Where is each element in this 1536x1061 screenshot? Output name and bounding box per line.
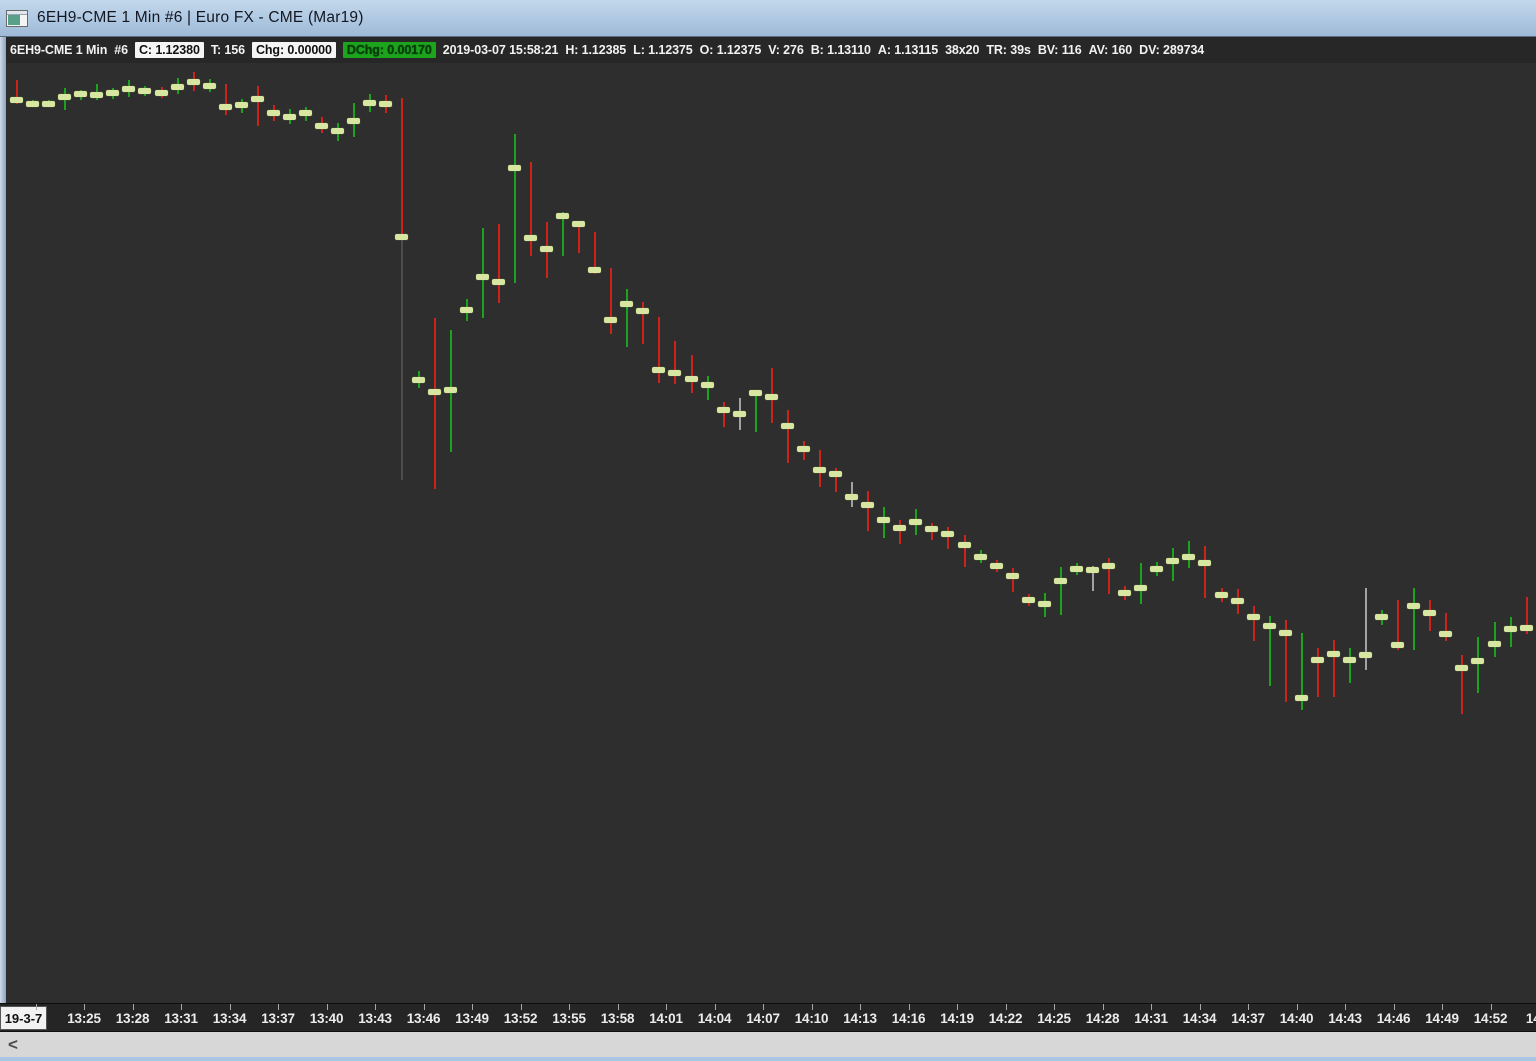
- time-label: 13:55: [552, 1011, 586, 1026]
- axis-tick: [1200, 1004, 1201, 1010]
- axis-tick: [1394, 1004, 1395, 1010]
- axis-tick: [1054, 1004, 1055, 1010]
- time-label: 14:25: [1037, 1011, 1071, 1026]
- axis-tick: [1006, 1004, 1007, 1010]
- axis-tick: [1103, 1004, 1104, 1010]
- time-label: 13:31: [164, 1011, 198, 1026]
- time-label: 14:31: [1134, 1011, 1168, 1026]
- time-label: 14:46: [1377, 1011, 1411, 1026]
- chart-window-icon: [6, 10, 28, 27]
- status-field: T: 156: [211, 42, 245, 58]
- status-field: L: 1.12375: [633, 42, 692, 58]
- axis-tick: [569, 1004, 570, 1010]
- status-field: C: 1.12380: [135, 42, 204, 58]
- time-label: 14:22: [989, 1011, 1023, 1026]
- time-label: 14:28: [1086, 1011, 1120, 1026]
- chart-window: 6EH9-CME 1 Min #6 | Euro FX - CME (Mar19…: [0, 0, 1536, 1061]
- status-field: 2019-03-07 15:58:21: [443, 42, 559, 58]
- time-label: 14:49: [1425, 1011, 1459, 1026]
- time-label: 14:52: [1474, 1011, 1508, 1026]
- chart-area[interactable]: [0, 63, 1536, 1003]
- status-field: AV: 160: [1089, 42, 1133, 58]
- window-bottom-edge: [0, 1057, 1536, 1061]
- time-label: 14:16: [892, 1011, 926, 1026]
- status-field: 38x20: [945, 42, 979, 58]
- time-label: 13:58: [601, 1011, 635, 1026]
- axis-tick: [181, 1004, 182, 1010]
- time-label: 13:46: [407, 1011, 441, 1026]
- axis-tick: [278, 1004, 279, 1010]
- axis-tick: [472, 1004, 473, 1010]
- axis-tick: [1442, 1004, 1443, 1010]
- axis-tick: [1248, 1004, 1249, 1010]
- date-label: 19-3-7: [0, 1006, 47, 1030]
- axis-tick: [36, 1004, 37, 1010]
- time-label: 14:37: [1231, 1011, 1265, 1026]
- icon-chart-pane: [8, 15, 20, 25]
- time-label: 13:40: [310, 1011, 344, 1026]
- axis-tick: [230, 1004, 231, 1010]
- status-field: BV: 116: [1038, 42, 1082, 58]
- time-label: 14:01: [649, 1011, 683, 1026]
- window-left-border: [0, 37, 6, 1003]
- status-field: 6EH9-CME 1 Min: [10, 42, 107, 58]
- axis-tick: [666, 1004, 667, 1010]
- axis-tick: [424, 1004, 425, 1010]
- time-label: 14:34: [1183, 1011, 1217, 1026]
- axis-tick: [1491, 1004, 1492, 1010]
- time-label: 13:25: [67, 1011, 101, 1026]
- time-label: 13:43: [358, 1011, 392, 1026]
- axis-tick: [715, 1004, 716, 1010]
- axis-tick: [521, 1004, 522, 1010]
- status-field: Chg: 0.00000: [252, 42, 336, 58]
- status-field: DV: 289734: [1139, 42, 1204, 58]
- status-field: TR: 39s: [986, 42, 1030, 58]
- axis-tick: [909, 1004, 910, 1010]
- time-label: 13:52: [504, 1011, 538, 1026]
- time-label: 13:34: [213, 1011, 247, 1026]
- status-bar: 6EH9-CME 1 Min #6 C: 1.12380 T: 156 Chg: 0.0…: [0, 37, 1536, 63]
- axis-tick: [957, 1004, 958, 1010]
- time-label: 13:49: [455, 1011, 489, 1026]
- axis-tick: [375, 1004, 376, 1010]
- status-field: H: 1.12385: [565, 42, 626, 58]
- axis-tick: [1151, 1004, 1152, 1010]
- status-field: DChg: 0.00170: [343, 42, 436, 58]
- time-label: 14:04: [698, 1011, 732, 1026]
- time-label: 14:19: [940, 1011, 974, 1026]
- axis-tick: [763, 1004, 764, 1010]
- time-label: 14:13: [843, 1011, 877, 1026]
- axis-tick: [618, 1004, 619, 1010]
- time-label: 13:28: [116, 1011, 150, 1026]
- status-field: B: 1.13110: [811, 42, 871, 58]
- time-label: 14:43: [1328, 1011, 1362, 1026]
- title-bar: 6EH9-CME 1 Min #6 | Euro FX - CME (Mar19…: [0, 0, 1536, 37]
- time-label: 14:07: [746, 1011, 780, 1026]
- axis-tick: [133, 1004, 134, 1010]
- axis-tick: [860, 1004, 861, 1010]
- axis-tick: [1297, 1004, 1298, 1010]
- time-label: 13:37: [261, 1011, 295, 1026]
- status-field: O: 1.12375: [700, 42, 762, 58]
- status-field: #6: [114, 42, 128, 58]
- axis-tick: [327, 1004, 328, 1010]
- scroll-left-button[interactable]: <: [0, 1032, 26, 1057]
- time-label: 14:10: [795, 1011, 829, 1026]
- axis-tick: [1345, 1004, 1346, 1010]
- status-field: A: 1.13115: [878, 42, 938, 58]
- time-label: 14:5: [1526, 1011, 1536, 1026]
- time-label: 14:40: [1280, 1011, 1314, 1026]
- window-title: 6EH9-CME 1 Min #6 | Euro FX - CME (Mar19…: [37, 9, 364, 27]
- status-field: V: 276: [768, 42, 804, 58]
- axis-tick: [84, 1004, 85, 1010]
- time-axis: 19-3-7 13:25 13:28 13:31 13:34 13:37 13:40 13:…: [0, 1003, 1536, 1031]
- axis-tick: [812, 1004, 813, 1010]
- ghost-wick: [401, 240, 403, 480]
- horizontal-scrollbar[interactable]: <: [0, 1031, 1536, 1057]
